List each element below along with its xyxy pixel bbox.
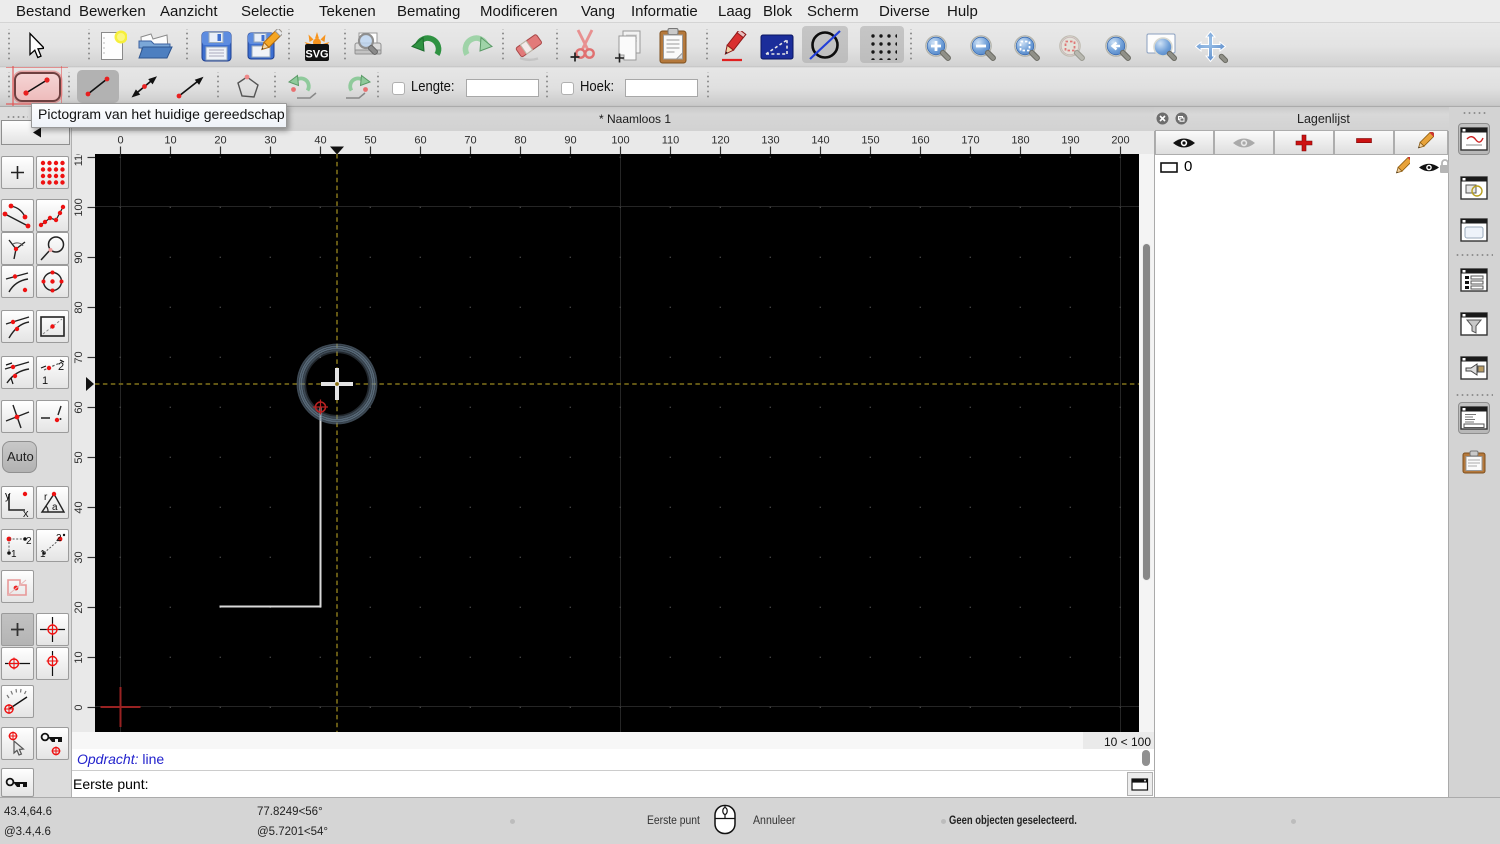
svg-text:2: 2	[26, 536, 32, 547]
svg-text:r: r	[44, 492, 48, 503]
svg-text:80: 80	[514, 135, 526, 147]
svg-text:0: 0	[73, 704, 85, 710]
svg-text:2: 2	[56, 533, 62, 544]
svg-text:180: 180	[1011, 135, 1029, 147]
svg-text:10: 10	[73, 651, 85, 663]
svg-text:120: 120	[711, 135, 729, 147]
svg-text:110: 110	[662, 135, 680, 147]
svg-text:x: x	[23, 508, 29, 519]
svg-text:60: 60	[73, 401, 85, 413]
svg-text:200: 200	[1111, 135, 1129, 147]
svg-text:80: 80	[73, 301, 85, 313]
svg-text:70: 70	[464, 135, 476, 147]
svg-text:90: 90	[73, 251, 85, 263]
svg-text:10: 10	[164, 135, 176, 147]
svg-text:40: 40	[73, 501, 85, 513]
svg-text:50: 50	[364, 135, 376, 147]
svg-text:0: 0	[117, 135, 123, 147]
svg-text:20: 20	[73, 601, 85, 613]
svg-text:a: a	[52, 502, 58, 513]
svg-text:110: 110	[73, 154, 85, 166]
svg-text:1: 1	[40, 549, 46, 560]
svg-text:30: 30	[73, 551, 85, 563]
svg-text:70: 70	[73, 351, 85, 363]
svg-text:160: 160	[911, 135, 929, 147]
svg-text:20: 20	[214, 135, 226, 147]
svg-text:100: 100	[73, 198, 85, 216]
svg-text:1: 1	[11, 549, 17, 560]
svg-text:50: 50	[73, 451, 85, 463]
svg-text:130: 130	[761, 135, 779, 147]
svg-text:150: 150	[861, 135, 879, 147]
svg-text:190: 190	[1061, 135, 1079, 147]
svg-text:60: 60	[414, 135, 426, 147]
svg-text:170: 170	[961, 135, 979, 147]
svg-text:30: 30	[264, 135, 276, 147]
svg-text:90: 90	[564, 135, 576, 147]
svg-text:40: 40	[314, 135, 326, 147]
svg-text:SVG: SVG	[305, 49, 328, 61]
svg-text:2: 2	[58, 361, 64, 373]
svg-text:y: y	[5, 490, 11, 502]
svg-text:140: 140	[811, 135, 829, 147]
svg-text:100: 100	[611, 135, 629, 147]
svg-text:1: 1	[42, 375, 48, 387]
